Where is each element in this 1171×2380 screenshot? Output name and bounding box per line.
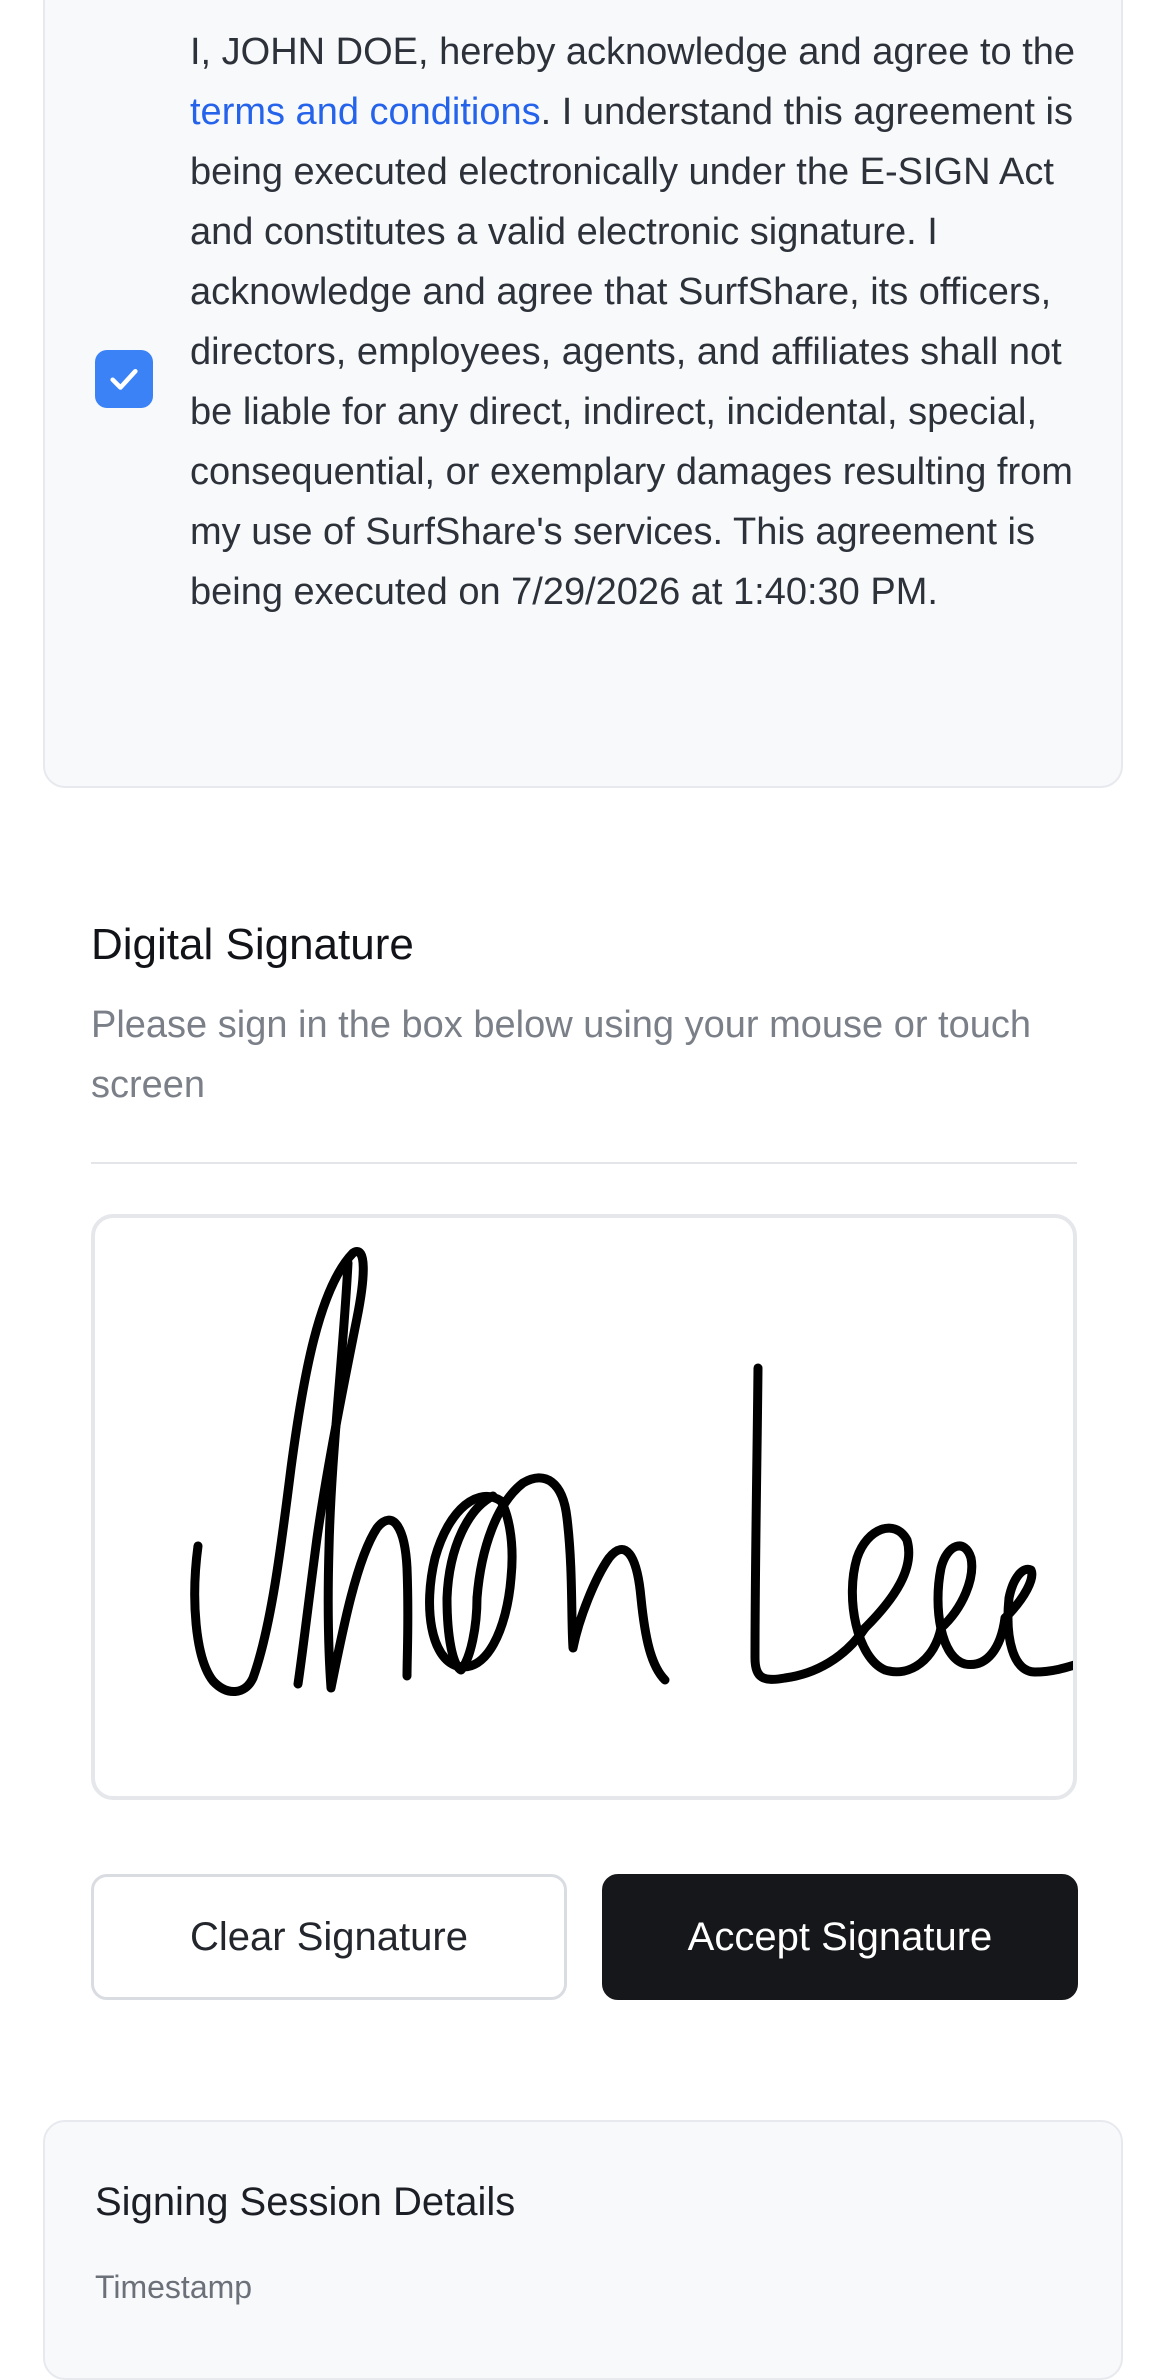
terms-link[interactable]: terms and conditions: [190, 91, 541, 133]
section-divider: [91, 1162, 1077, 1164]
agreement-text-intro: I, JOHN DOE, hereby acknowledge and agre…: [190, 31, 1076, 73]
timestamp-label: Timestamp: [95, 2269, 253, 2305]
agreement-checkbox[interactable]: [95, 350, 153, 408]
signature-pad[interactable]: [91, 1214, 1077, 1800]
agreement-text: I, JOHN DOE, hereby acknowledge and agre…: [190, 22, 1100, 622]
agreement-text-body: . I understand this agreement is being e…: [190, 91, 1073, 613]
signature-instructions: Please sign in the box below using your …: [91, 1004, 1031, 1106]
accept-signature-button[interactable]: Accept Signature: [602, 1874, 1078, 2000]
session-details-card: Signing Session Details Timestamp: [43, 2120, 1123, 2380]
signature-drawing: [190, 1247, 1073, 1696]
signature-title: Digital Signature: [91, 920, 414, 969]
session-details-title: Signing Session Details: [95, 2180, 516, 2224]
clear-signature-button[interactable]: Clear Signature: [91, 1874, 567, 2000]
agreement-card: I, JOHN DOE, hereby acknowledge and agre…: [43, 0, 1123, 788]
check-icon: [110, 368, 138, 390]
